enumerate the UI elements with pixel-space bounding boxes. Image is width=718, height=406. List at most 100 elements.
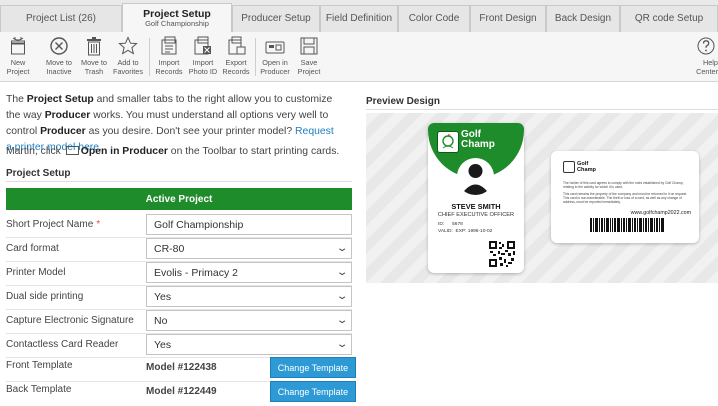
tab-back-design[interactable]: Back Design — [546, 5, 620, 32]
tab-color-code[interactable]: Color Code — [398, 5, 470, 32]
tab-label: Color Code — [408, 12, 460, 24]
inactive-icon — [50, 37, 68, 55]
new-project-icon — [11, 37, 25, 55]
preview-area: Golf Champ STEVE SMITH CHIEF EXECUTIVE OF… — [366, 113, 718, 283]
hint-text: on the Toolbar to start printing cards. — [167, 146, 340, 157]
capture-signature-select[interactable]: No ⌄ — [146, 310, 352, 331]
tab-label: Project List (26) — [25, 12, 97, 24]
field-label: Back Template — [6, 384, 72, 395]
import-photo-line2: Photo ID — [188, 66, 218, 76]
divider — [6, 181, 352, 182]
tab-bar: Project List (26) Project Setup Golf Cha… — [0, 0, 718, 33]
preview-design-heading: Preview Design — [366, 96, 440, 107]
export-records-icon — [228, 36, 246, 55]
card-terms-1: The holder of this card agrees to comply… — [563, 181, 684, 189]
change-back-template-button[interactable]: Change Template — [270, 381, 356, 402]
field-label: Front Template — [6, 360, 73, 371]
tab-producer-setup[interactable]: Producer Setup — [232, 5, 320, 32]
change-front-template-button[interactable]: Change Template — [270, 357, 356, 378]
help-icon — [697, 37, 715, 55]
front-template-model: Model #122438 — [146, 362, 217, 373]
barcode-icon — [590, 218, 664, 232]
field-label-text: Short Project Name — [6, 219, 94, 230]
card-back-preview: Golf Champ The holder of this card agrees… — [551, 151, 699, 243]
export-records-button[interactable]: Export Records — [219, 36, 253, 76]
tab-label: Back Design — [554, 12, 612, 24]
card-front-preview: Golf Champ STEVE SMITH CHIEF EXECUTIVE OF… — [428, 123, 524, 273]
tab-label: Producer Setup — [241, 12, 311, 24]
contactless-reader-select[interactable]: Yes ⌄ — [146, 334, 352, 355]
tab-qr-code-setup[interactable]: QR code Setup — [620, 5, 718, 32]
card-brand: Golf Champ — [461, 130, 495, 150]
card-id-line: ID: 5678 — [438, 222, 463, 227]
card-format-select[interactable]: CR-80 ⌄ — [146, 238, 352, 259]
star-icon — [118, 36, 138, 55]
save-icon — [300, 37, 318, 55]
project-setup-heading: Project Setup — [6, 168, 71, 179]
add-to-favorites-button[interactable]: Add to Favorites — [111, 36, 145, 76]
tab-sublabel: Golf Championship — [145, 19, 209, 29]
capture-signature-row: Capture Electronic Signature No ⌄ — [6, 307, 352, 334]
import-records-line2: Records — [155, 66, 183, 76]
short-project-name-input[interactable]: Golf Championship — [146, 214, 352, 235]
chevron-down-icon: ⌄ — [335, 339, 349, 350]
intro-bold: Producer — [40, 126, 86, 137]
tab-front-design[interactable]: Front Design — [470, 5, 546, 32]
id-value: 5678 — [452, 222, 463, 227]
help-center-button[interactable]: Help Center — [688, 36, 718, 76]
back-template-row: Back Template Model #122449 Change Templ… — [6, 379, 356, 406]
save-line2: Project — [297, 66, 321, 76]
hint-text: Martin, click — [6, 146, 64, 157]
tab-label: Front Design — [479, 12, 537, 24]
select-value: Evolis - Primacy 2 — [154, 267, 239, 279]
inactive-line2: Inactive — [46, 66, 72, 76]
martin-hint: Martin, click Open in Producer on the To… — [6, 146, 339, 157]
tab-project-list[interactable]: Project List (26) — [0, 5, 122, 32]
select-value: Yes — [154, 291, 172, 303]
open-producer-line2: Producer — [260, 66, 290, 76]
intro-text: The — [6, 94, 27, 105]
brand-line: Champ — [461, 139, 495, 150]
dual-side-printing-select[interactable]: Yes ⌄ — [146, 286, 352, 307]
trash-line2: Trash — [84, 66, 104, 76]
short-project-name-row: Short Project Name * Golf Championship — [6, 211, 352, 238]
select-value: No — [154, 315, 168, 327]
tab-field-definition[interactable]: Field Definition — [320, 5, 398, 32]
import-photo-id-button[interactable]: Import Photo ID — [186, 36, 220, 76]
dual-side-printing-row: Dual side printing Yes ⌄ — [6, 283, 352, 310]
tab-label: Field Definition — [325, 12, 393, 24]
help-line2: Center — [696, 66, 718, 76]
intro-bold: Project Setup — [26, 94, 94, 105]
field-label: Short Project Name * — [6, 219, 100, 230]
move-to-inactive-button[interactable]: Move to Inactive — [42, 36, 76, 76]
card-holder-position: CHIEF EXECUTIVE OFFICER — [437, 212, 515, 218]
divider — [366, 109, 718, 110]
chevron-down-icon: ⌄ — [335, 267, 349, 278]
card-holder-name: STEVE SMITH — [451, 202, 501, 211]
valid-value: EXP: 1996-10-02 — [455, 229, 493, 234]
new-line2: Project — [6, 66, 30, 76]
toolbar-divider — [149, 38, 150, 76]
select-value: CR-80 — [154, 243, 185, 255]
valid-label: VALID: — [438, 229, 453, 234]
toolbar: New Project Move to Inactive Move to Tra… — [0, 32, 718, 82]
qr-code-icon — [489, 241, 515, 267]
printer-model-row: Printer Model Evolis - Primacy 2 ⌄ — [6, 259, 352, 286]
chevron-down-icon: ⌄ — [335, 243, 349, 254]
save-project-button[interactable]: Save Project — [292, 36, 326, 76]
tab-project-setup[interactable]: Project Setup Golf Championship — [122, 3, 232, 33]
new-project-button[interactable]: New Project — [1, 36, 35, 76]
import-photo-icon — [194, 36, 211, 55]
open-in-producer-button[interactable]: Open in Producer — [258, 36, 292, 76]
card-brand: Golf Champ — [577, 161, 596, 173]
intro-bold: Producer — [44, 110, 91, 121]
golf-logo-icon — [437, 131, 459, 153]
card-url: www.golfchamp2022.com — [630, 210, 691, 216]
active-project-banner: Active Project — [6, 188, 352, 210]
move-to-trash-button[interactable]: Move to Trash — [77, 36, 111, 76]
producer-icon — [265, 41, 285, 54]
select-value: Yes — [154, 339, 172, 351]
printer-model-select[interactable]: Evolis - Primacy 2 ⌄ — [146, 262, 352, 283]
field-label: Dual side printing — [6, 291, 84, 302]
import-records-button[interactable]: Import Records — [152, 36, 186, 76]
